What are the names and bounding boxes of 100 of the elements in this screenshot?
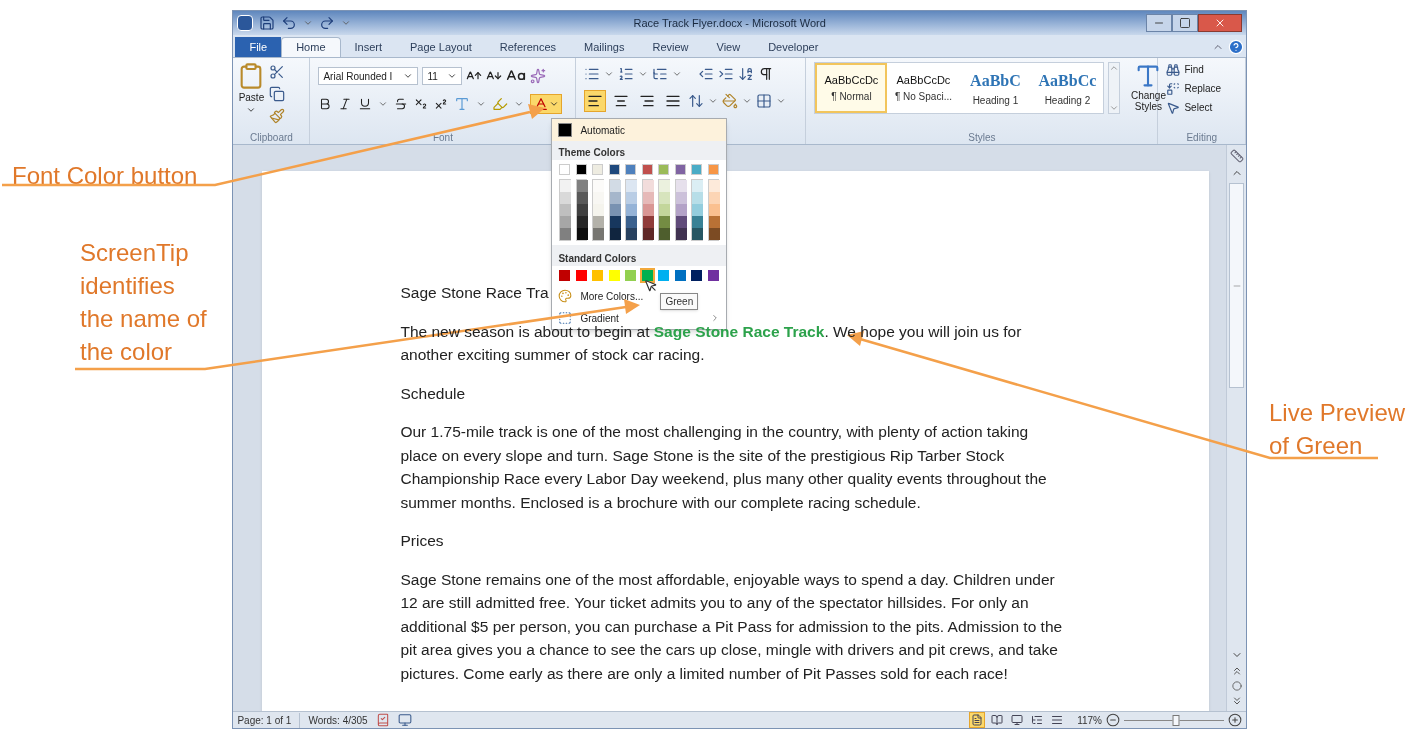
color-swatch[interactable] [576, 180, 588, 192]
ribbon-tab[interactable]: Page Layout [396, 37, 486, 57]
color-swatch[interactable] [593, 228, 605, 240]
color-swatch[interactable] [593, 180, 605, 192]
ribbon-tab[interactable]: Review [638, 37, 703, 57]
color-swatch[interactable] [576, 228, 588, 240]
highlighter-icon[interactable] [492, 96, 509, 112]
caret-icon[interactable] [476, 99, 487, 109]
style-preset[interactable]: AaBbCc Heading 2 [1031, 63, 1104, 113]
browse-object-icon[interactable] [1231, 681, 1242, 691]
proofing-icon[interactable] [375, 713, 390, 727]
redo-icon[interactable] [319, 15, 336, 31]
color-swatch[interactable] [593, 216, 605, 228]
color-swatch[interactable] [708, 180, 720, 192]
color-swatch[interactable] [692, 192, 704, 204]
font-size-field[interactable]: 11 [422, 67, 463, 85]
color-swatch[interactable] [658, 270, 670, 281]
vertical-scrollbar[interactable] [1226, 145, 1246, 711]
borders-icon[interactable] [756, 93, 773, 109]
color-swatch[interactable] [707, 270, 719, 281]
page-count[interactable]: Page: 1 of 1 [237, 712, 292, 728]
caret-icon[interactable] [708, 96, 719, 106]
restore-icon[interactable] [1179, 17, 1191, 29]
color-swatch[interactable] [692, 180, 704, 192]
color-swatch[interactable] [692, 204, 704, 216]
caret-icon[interactable] [378, 99, 389, 109]
font-name-field[interactable]: Arial Rounded I [318, 67, 419, 85]
style-preset[interactable]: AaBbCcDc ¶ No Spaci... [887, 63, 960, 113]
color-swatch[interactable] [707, 164, 719, 175]
color-swatch[interactable] [659, 192, 671, 204]
slider-thumb[interactable] [1172, 714, 1180, 726]
color-swatch[interactable] [626, 204, 638, 216]
style-preset[interactable]: AaBbCcDc ¶ Normal [815, 63, 888, 113]
zoom-slider[interactable] [1124, 714, 1224, 726]
color-swatch[interactable] [642, 228, 654, 240]
decrease-indent-icon[interactable] [698, 66, 715, 82]
color-swatch[interactable] [608, 164, 620, 175]
app-icon[interactable] [237, 15, 254, 31]
color-swatch[interactable] [626, 192, 638, 204]
color-swatch[interactable] [576, 216, 588, 228]
color-swatch[interactable] [675, 180, 687, 192]
cut-icon[interactable] [269, 64, 286, 80]
zoom-out-icon[interactable] [1106, 713, 1120, 727]
caret-icon[interactable] [514, 99, 525, 109]
ribbon-tab[interactable]: Developer [754, 37, 833, 57]
color-swatch[interactable] [575, 270, 587, 281]
multilevel-list-icon[interactable] [652, 66, 669, 82]
color-swatch[interactable] [609, 180, 621, 192]
color-swatch[interactable] [609, 216, 621, 228]
subscript-icon[interactable] [414, 97, 429, 111]
color-swatch[interactable] [560, 228, 572, 240]
ribbon-tab[interactable]: References [485, 37, 571, 57]
color-swatch[interactable] [559, 270, 571, 281]
restore-button[interactable] [1172, 14, 1198, 32]
bullets-icon[interactable] [584, 66, 601, 82]
more-colors-option[interactable]: More Colors... [552, 285, 650, 307]
style-preset[interactable]: AaBbC Heading 1 [959, 63, 1032, 113]
color-swatch[interactable] [560, 180, 572, 192]
color-swatch[interactable] [593, 192, 605, 204]
color-swatch[interactable] [708, 228, 720, 240]
paste-button[interactable]: Paste [237, 62, 266, 130]
caret-icon[interactable] [341, 18, 352, 28]
color-swatch[interactable] [592, 164, 604, 175]
color-swatch[interactable] [641, 270, 653, 281]
color-swatch[interactable] [575, 164, 587, 175]
color-swatch[interactable] [593, 204, 605, 216]
color-swatch[interactable] [626, 180, 638, 192]
color-swatch[interactable] [659, 180, 671, 192]
color-swatch[interactable] [609, 204, 621, 216]
ribbon-tab[interactable]: View [702, 37, 755, 57]
caret-icon[interactable] [604, 69, 615, 79]
bold-icon[interactable] [318, 97, 333, 111]
color-swatch[interactable] [642, 192, 654, 204]
superscript-icon[interactable] [434, 97, 449, 111]
increase-indent-icon[interactable] [718, 66, 735, 82]
italic-icon[interactable] [338, 97, 353, 111]
color-swatch[interactable] [691, 164, 703, 175]
color-swatch[interactable] [560, 216, 572, 228]
help-icon[interactable] [1228, 39, 1244, 55]
underline-icon[interactable] [358, 97, 373, 111]
caret-icon[interactable] [303, 18, 314, 28]
color-swatch[interactable] [608, 270, 620, 281]
format-painter-icon[interactable] [269, 108, 286, 124]
color-swatch[interactable] [674, 270, 686, 281]
word-count[interactable]: Words: 4/305 [299, 712, 368, 728]
close-icon[interactable] [1214, 17, 1226, 29]
view-button[interactable] [1009, 712, 1026, 728]
color-swatch[interactable] [559, 164, 571, 175]
color-swatch[interactable] [625, 164, 637, 175]
color-swatch[interactable] [708, 192, 720, 204]
color-swatch[interactable] [609, 228, 621, 240]
color-swatch[interactable] [641, 164, 653, 175]
sort-icon[interactable] [738, 66, 755, 82]
color-swatch[interactable] [659, 228, 671, 240]
text-effects-icon[interactable] [454, 96, 471, 112]
ribbon-tab[interactable]: Home [281, 37, 341, 57]
caret-icon[interactable] [776, 96, 787, 106]
color-swatch[interactable] [609, 192, 621, 204]
zoom-level[interactable]: 117% [1077, 712, 1102, 728]
color-swatch[interactable] [625, 270, 637, 281]
